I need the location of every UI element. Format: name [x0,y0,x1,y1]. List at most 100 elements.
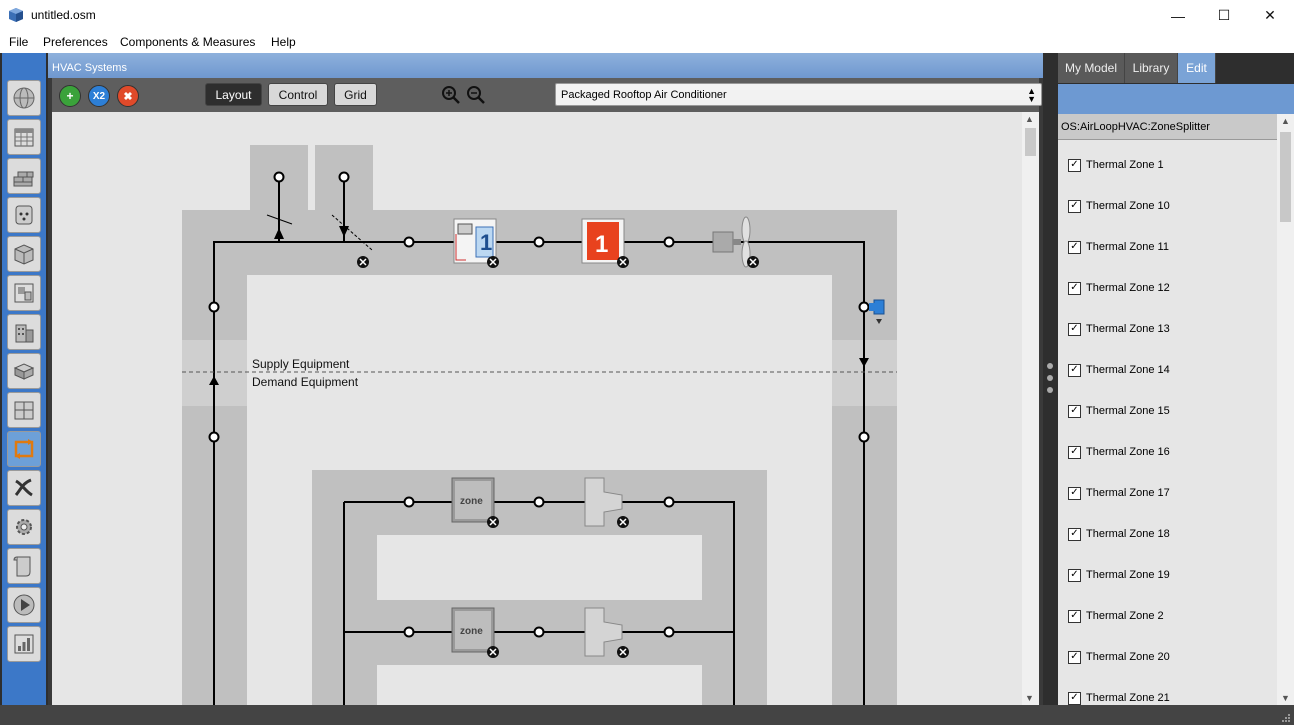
resize-grip-icon[interactable] [1280,712,1290,722]
nav-tab-simulation-settings[interactable] [7,509,41,545]
nav-tab-hvac-systems[interactable] [7,431,41,467]
scroll-down-icon[interactable]: ▼ [1025,693,1034,703]
zone-checkbox-item[interactable]: ✓ Thermal Zone 1 [1068,157,1164,173]
maximize-button[interactable]: ☐ [1201,0,1247,31]
zone-checkbox-label: Thermal Zone 16 [1086,446,1170,458]
zone-checkbox-label: Thermal Zone 20 [1086,651,1170,663]
svg-text:1: 1 [595,231,608,258]
canvas-vertical-scrollbar[interactable]: ▲ ▼ [1022,112,1039,705]
minimize-button[interactable]: — [1155,0,1201,31]
nav-tab-schedules[interactable] [7,119,41,155]
scroll-up-icon[interactable]: ▲ [1281,116,1290,126]
scroll-thumb[interactable] [1280,132,1291,222]
nav-tab-scripts[interactable] [7,548,41,584]
grid-tab[interactable]: Grid [334,83,377,106]
panel-splitter[interactable] [1043,53,1057,705]
checkbox-checked-icon[interactable]: ✓ [1068,527,1081,541]
zone-checkbox-item[interactable]: ✓ Thermal Zone 2 [1068,608,1164,624]
zone-checkbox-item[interactable]: ✓ Thermal Zone 21 [1068,690,1170,705]
nav-tab-facility[interactable] [7,314,41,350]
remove-component-icon [357,256,759,658]
nav-tab-thermal-zones[interactable] [7,392,41,428]
inspector-scrollbar[interactable]: ▲ ▼ [1277,114,1294,705]
hvac-layout-canvas[interactable]: Supply Equipment Demand Equipment 1 1 zo… [52,112,1022,705]
checkbox-checked-icon[interactable]: ✓ [1068,281,1081,295]
nav-tab-results[interactable] [7,626,41,662]
scroll-up-icon[interactable]: ▲ [1025,114,1034,124]
zone-checkbox-item[interactable]: ✓ Thermal Zone 12 [1068,280,1170,296]
checkbox-checked-icon[interactable]: ✓ [1068,568,1081,582]
zone-checkbox-item[interactable]: ✓ Thermal Zone 20 [1068,649,1170,665]
tab-library[interactable]: Library [1125,53,1178,83]
menu-file[interactable]: File [9,35,28,49]
zone-checkbox-item[interactable]: ✓ Thermal Zone 18 [1068,526,1170,542]
simulation-settings-icon [16,519,32,535]
checkbox-checked-icon[interactable]: ✓ [1068,486,1081,500]
grip-dot [1047,387,1053,393]
svg-text:1: 1 [480,230,492,255]
checkbox-checked-icon[interactable]: ✓ [1068,158,1081,172]
nav-tab-site[interactable] [7,80,41,116]
scroll-down-icon[interactable]: ▼ [1281,693,1290,703]
zone-checkbox-item[interactable]: ✓ Thermal Zone 15 [1068,403,1170,419]
zone-checkbox-item[interactable]: ✓ Thermal Zone 17 [1068,485,1170,501]
zone-checkbox-label: Thermal Zone 15 [1086,405,1170,417]
zone-checkbox-item[interactable]: ✓ Thermal Zone 16 [1068,444,1170,460]
tab-my-model[interactable]: My Model [1058,53,1125,83]
nav-tab-variables[interactable] [7,470,41,506]
updown-arrow-icon: ▲ ▼ [1027,86,1036,104]
menu-preferences[interactable]: Preferences [43,35,108,49]
thermal-zones-icon [14,401,34,420]
checkbox-checked-icon[interactable]: ✓ [1068,609,1081,623]
left-nav [2,53,46,705]
nav-tab-spaces[interactable] [7,353,41,389]
zone-checkbox-item[interactable]: ✓ Thermal Zone 10 [1068,198,1170,214]
copy-system-button[interactable]: X2 [88,85,110,107]
delete-system-button[interactable]: ✖ [117,85,139,107]
results-icon [14,634,34,654]
panel-header: HVAC Systems [48,53,1043,78]
menu-help[interactable]: Help [271,35,296,49]
spaces-icon [13,363,35,380]
menu-components-measures[interactable]: Components & Measures [120,35,255,49]
zone-checkbox-label: Thermal Zone 2 [1086,610,1164,622]
zone-checkbox-label: Thermal Zone 21 [1086,692,1170,704]
scroll-thumb[interactable] [1025,128,1036,156]
zone-checkbox-item[interactable]: ✓ Thermal Zone 19 [1068,567,1170,583]
checkbox-checked-icon[interactable]: ✓ [1068,650,1081,664]
geometry-icon [14,283,34,303]
checkbox-checked-icon[interactable]: ✓ [1068,404,1081,418]
zone-checkbox-list: ✓ Thermal Zone 1 ✓ Thermal Zone 10 ✓ Thermal … [1058,140,1277,705]
system-selector[interactable]: Packaged Rooftop Air Conditioner ▲ ▼ [555,83,1042,106]
layout-tab[interactable]: Layout [205,83,262,106]
hvac-toolbar: + X2 ✖ Layout Control Grid Packaged Roof… [52,78,1042,112]
nav-tab-run[interactable] [7,587,41,623]
zone-checkbox-item[interactable]: ✓ Thermal Zone 13 [1068,321,1170,337]
zoom-in-icon[interactable] [441,85,461,105]
control-tab[interactable]: Control [268,83,328,106]
supply-equipment-label: Supply Equipment [252,357,350,371]
zone-checkbox-item[interactable]: ✓ Thermal Zone 11 [1068,239,1169,255]
nav-tab-space-types[interactable] [7,236,41,272]
checkbox-checked-icon[interactable]: ✓ [1068,691,1081,705]
checkbox-checked-icon[interactable]: ✓ [1068,445,1081,459]
add-system-button[interactable]: + [59,85,81,107]
zone-checkbox-label: Thermal Zone 13 [1086,323,1170,335]
zone-checkbox-label: Thermal Zone 18 [1086,528,1170,540]
zone-checkbox-item[interactable]: ✓ Thermal Zone 14 [1068,362,1170,378]
checkbox-checked-icon[interactable]: ✓ [1068,199,1081,213]
zone-label: zone [460,496,483,507]
nav-tab-loads[interactable] [7,197,41,233]
nav-tab-constructions[interactable] [7,158,41,194]
tab-edit[interactable]: Edit [1178,53,1216,83]
close-button[interactable]: ✕ [1247,0,1293,31]
zone-checkbox-label: Thermal Zone 11 [1086,241,1169,253]
checkbox-checked-icon[interactable]: ✓ [1068,363,1081,377]
checkbox-checked-icon[interactable]: ✓ [1068,322,1081,336]
title-bar: untitled.osm — ☐ ✕ [0,0,1294,31]
nav-tab-geometry[interactable] [7,275,41,311]
zoom-out-icon[interactable] [466,85,486,105]
checkbox-checked-icon[interactable]: ✓ [1068,240,1081,254]
schedules-icon [14,128,34,147]
site-icon [13,87,35,109]
